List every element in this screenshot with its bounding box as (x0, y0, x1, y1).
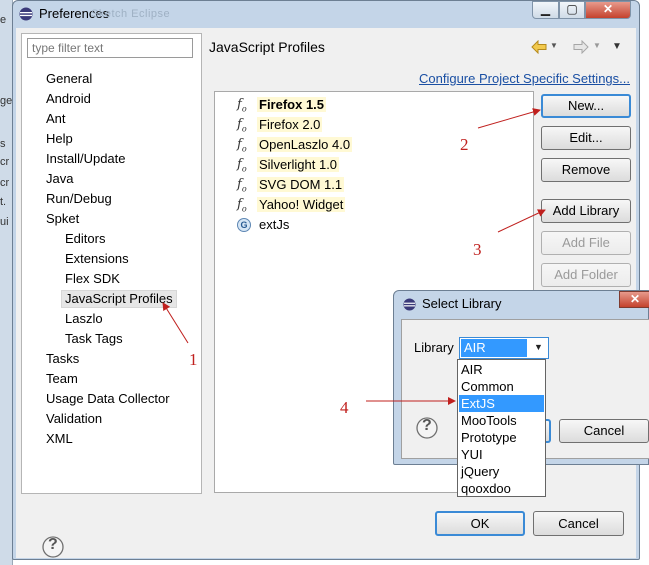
dropdown-option-yui[interactable]: YUI (459, 446, 544, 463)
library-label: Library (414, 340, 454, 355)
close-icon: ✕ (629, 292, 641, 306)
list-item-label: Silverlight 1.0 (257, 157, 340, 172)
add-library-button[interactable]: Add Library (541, 199, 631, 223)
chevron-down-icon[interactable]: ▼ (534, 342, 543, 352)
cancel-button[interactable]: Cancel (533, 511, 624, 536)
maximize-icon: ▢ (566, 2, 578, 16)
view-menu-icon[interactable]: ▼ (612, 41, 622, 52)
ok-button[interactable]: OK (435, 511, 525, 536)
annotation-step-1: 1 (189, 350, 198, 369)
tree-item-android[interactable]: Android (46, 91, 91, 107)
eclipse-app-icon (403, 298, 416, 311)
dropdown-option-jquery[interactable]: jQuery (459, 463, 544, 480)
dialog-close-button[interactable]: ✕ (619, 291, 649, 308)
dropdown-option-mootools[interactable]: MooTools (459, 412, 544, 429)
ghost-window-title: Sketch Eclipse (91, 8, 171, 20)
add-folder-button[interactable]: Add Folder (541, 263, 631, 287)
remove-button[interactable]: Remove (541, 158, 631, 182)
function-icon: fo (237, 177, 247, 194)
tree-item-help[interactable]: Help (46, 131, 73, 147)
tree-item-ant[interactable]: Ant (46, 111, 66, 127)
bg-fragment: cr (0, 156, 10, 168)
minimize-icon: ▁ (540, 2, 551, 16)
tree-item-extensions[interactable]: Extensions (65, 251, 129, 267)
bg-fragment: s (0, 138, 6, 150)
edit-button[interactable]: Edit... (541, 126, 631, 150)
tree-item-spket[interactable]: Spket (46, 211, 79, 227)
library-select-value: AIR (461, 339, 527, 357)
tree-item-xml[interactable]: XML (46, 431, 73, 447)
list-item-label: Yahoo! Widget (257, 197, 346, 212)
eclipse-app-icon (19, 7, 33, 21)
preference-tree-panel: General Android Ant Help Install/Update … (21, 33, 202, 494)
list-item-label: Firefox 2.0 (257, 117, 323, 132)
list-item-label: OpenLaszlo 4.0 (257, 137, 353, 152)
close-button[interactable]: ✕ (585, 1, 631, 19)
tree-item-usage-data-collector[interactable]: Usage Data Collector (46, 391, 170, 407)
dropdown-option-extjs[interactable]: ExtJS (459, 395, 544, 412)
filter-input[interactable] (27, 38, 193, 58)
back-dropdown-icon[interactable]: ▼ (550, 41, 558, 50)
help-glyph: ? (48, 536, 58, 553)
tree-item-javascript-profiles[interactable]: JavaScript Profiles (61, 290, 177, 308)
tree-item-flex-sdk[interactable]: Flex SDK (65, 271, 120, 287)
dropdown-option-qooxdoo[interactable]: qooxdoo (459, 480, 544, 497)
forward-arrow-icon[interactable] (573, 40, 589, 54)
tree-item-install-update[interactable]: Install/Update (46, 151, 126, 167)
tree-item-task-tags[interactable]: Task Tags (65, 331, 123, 347)
navigation-controls: ▼ ▼ ▼ (528, 40, 628, 56)
tree-item-editors[interactable]: Editors (65, 231, 105, 247)
back-arrow-icon[interactable] (531, 40, 547, 54)
library-icon: G (237, 218, 251, 232)
minimize-button[interactable]: ▁ (532, 1, 559, 19)
annotation-step-4: 4 (340, 398, 349, 417)
new-button[interactable]: New... (541, 94, 631, 118)
title-bar[interactable]: Preferences Sketch Eclipse ▁ ▢ ✕ (13, 1, 639, 27)
tree-item-laszlo[interactable]: Laszlo (65, 311, 103, 327)
function-icon: fo (237, 197, 247, 214)
dropdown-option-common[interactable]: Common (459, 378, 544, 395)
tree-item-general[interactable]: General (46, 71, 92, 87)
function-icon: fo (237, 117, 247, 134)
add-file-button[interactable]: Add File (541, 231, 631, 255)
tree-item-validation[interactable]: Validation (46, 411, 102, 427)
library-select[interactable]: AIR ▼ (459, 337, 549, 359)
bg-fragment: t. (0, 196, 7, 208)
forward-dropdown-icon[interactable]: ▼ (593, 41, 601, 50)
annotation-step-3: 3 (473, 240, 482, 259)
tree-item-team[interactable]: Team (46, 371, 78, 387)
list-item-label: extJs (257, 217, 292, 232)
dropdown-option-air[interactable]: AIR (459, 361, 544, 378)
function-icon: fo (237, 97, 247, 114)
list-item-label: Firefox 1.5 (257, 97, 327, 112)
library-dropdown-list[interactable]: AIR Common ExtJS MooTools Prototype YUI … (457, 359, 546, 497)
bg-fragment: e (0, 14, 7, 26)
tree-item-java[interactable]: Java (46, 171, 73, 187)
maximize-button[interactable]: ▢ (559, 1, 585, 19)
close-icon: ✕ (602, 2, 614, 16)
page-title: JavaScript Profiles (209, 39, 325, 55)
dialog-title: Select Library (422, 296, 502, 311)
tree-item-run-debug[interactable]: Run/Debug (46, 191, 112, 207)
tree-item-tasks[interactable]: Tasks (46, 351, 79, 367)
function-icon: fo (237, 137, 247, 154)
help-glyph: ? (422, 417, 432, 434)
bg-fragment: ui (0, 216, 9, 228)
dropdown-option-prototype[interactable]: Prototype (459, 429, 544, 446)
configure-project-settings-link[interactable]: Configure Project Specific Settings... (419, 71, 630, 86)
function-icon: fo (237, 157, 247, 174)
dialog-cancel-button[interactable]: Cancel (559, 419, 649, 443)
annotation-step-2: 2 (460, 135, 469, 154)
bg-fragment: ge (0, 95, 13, 107)
list-item-label: SVG DOM 1.1 (257, 177, 345, 192)
bg-fragment: cr (0, 177, 10, 189)
